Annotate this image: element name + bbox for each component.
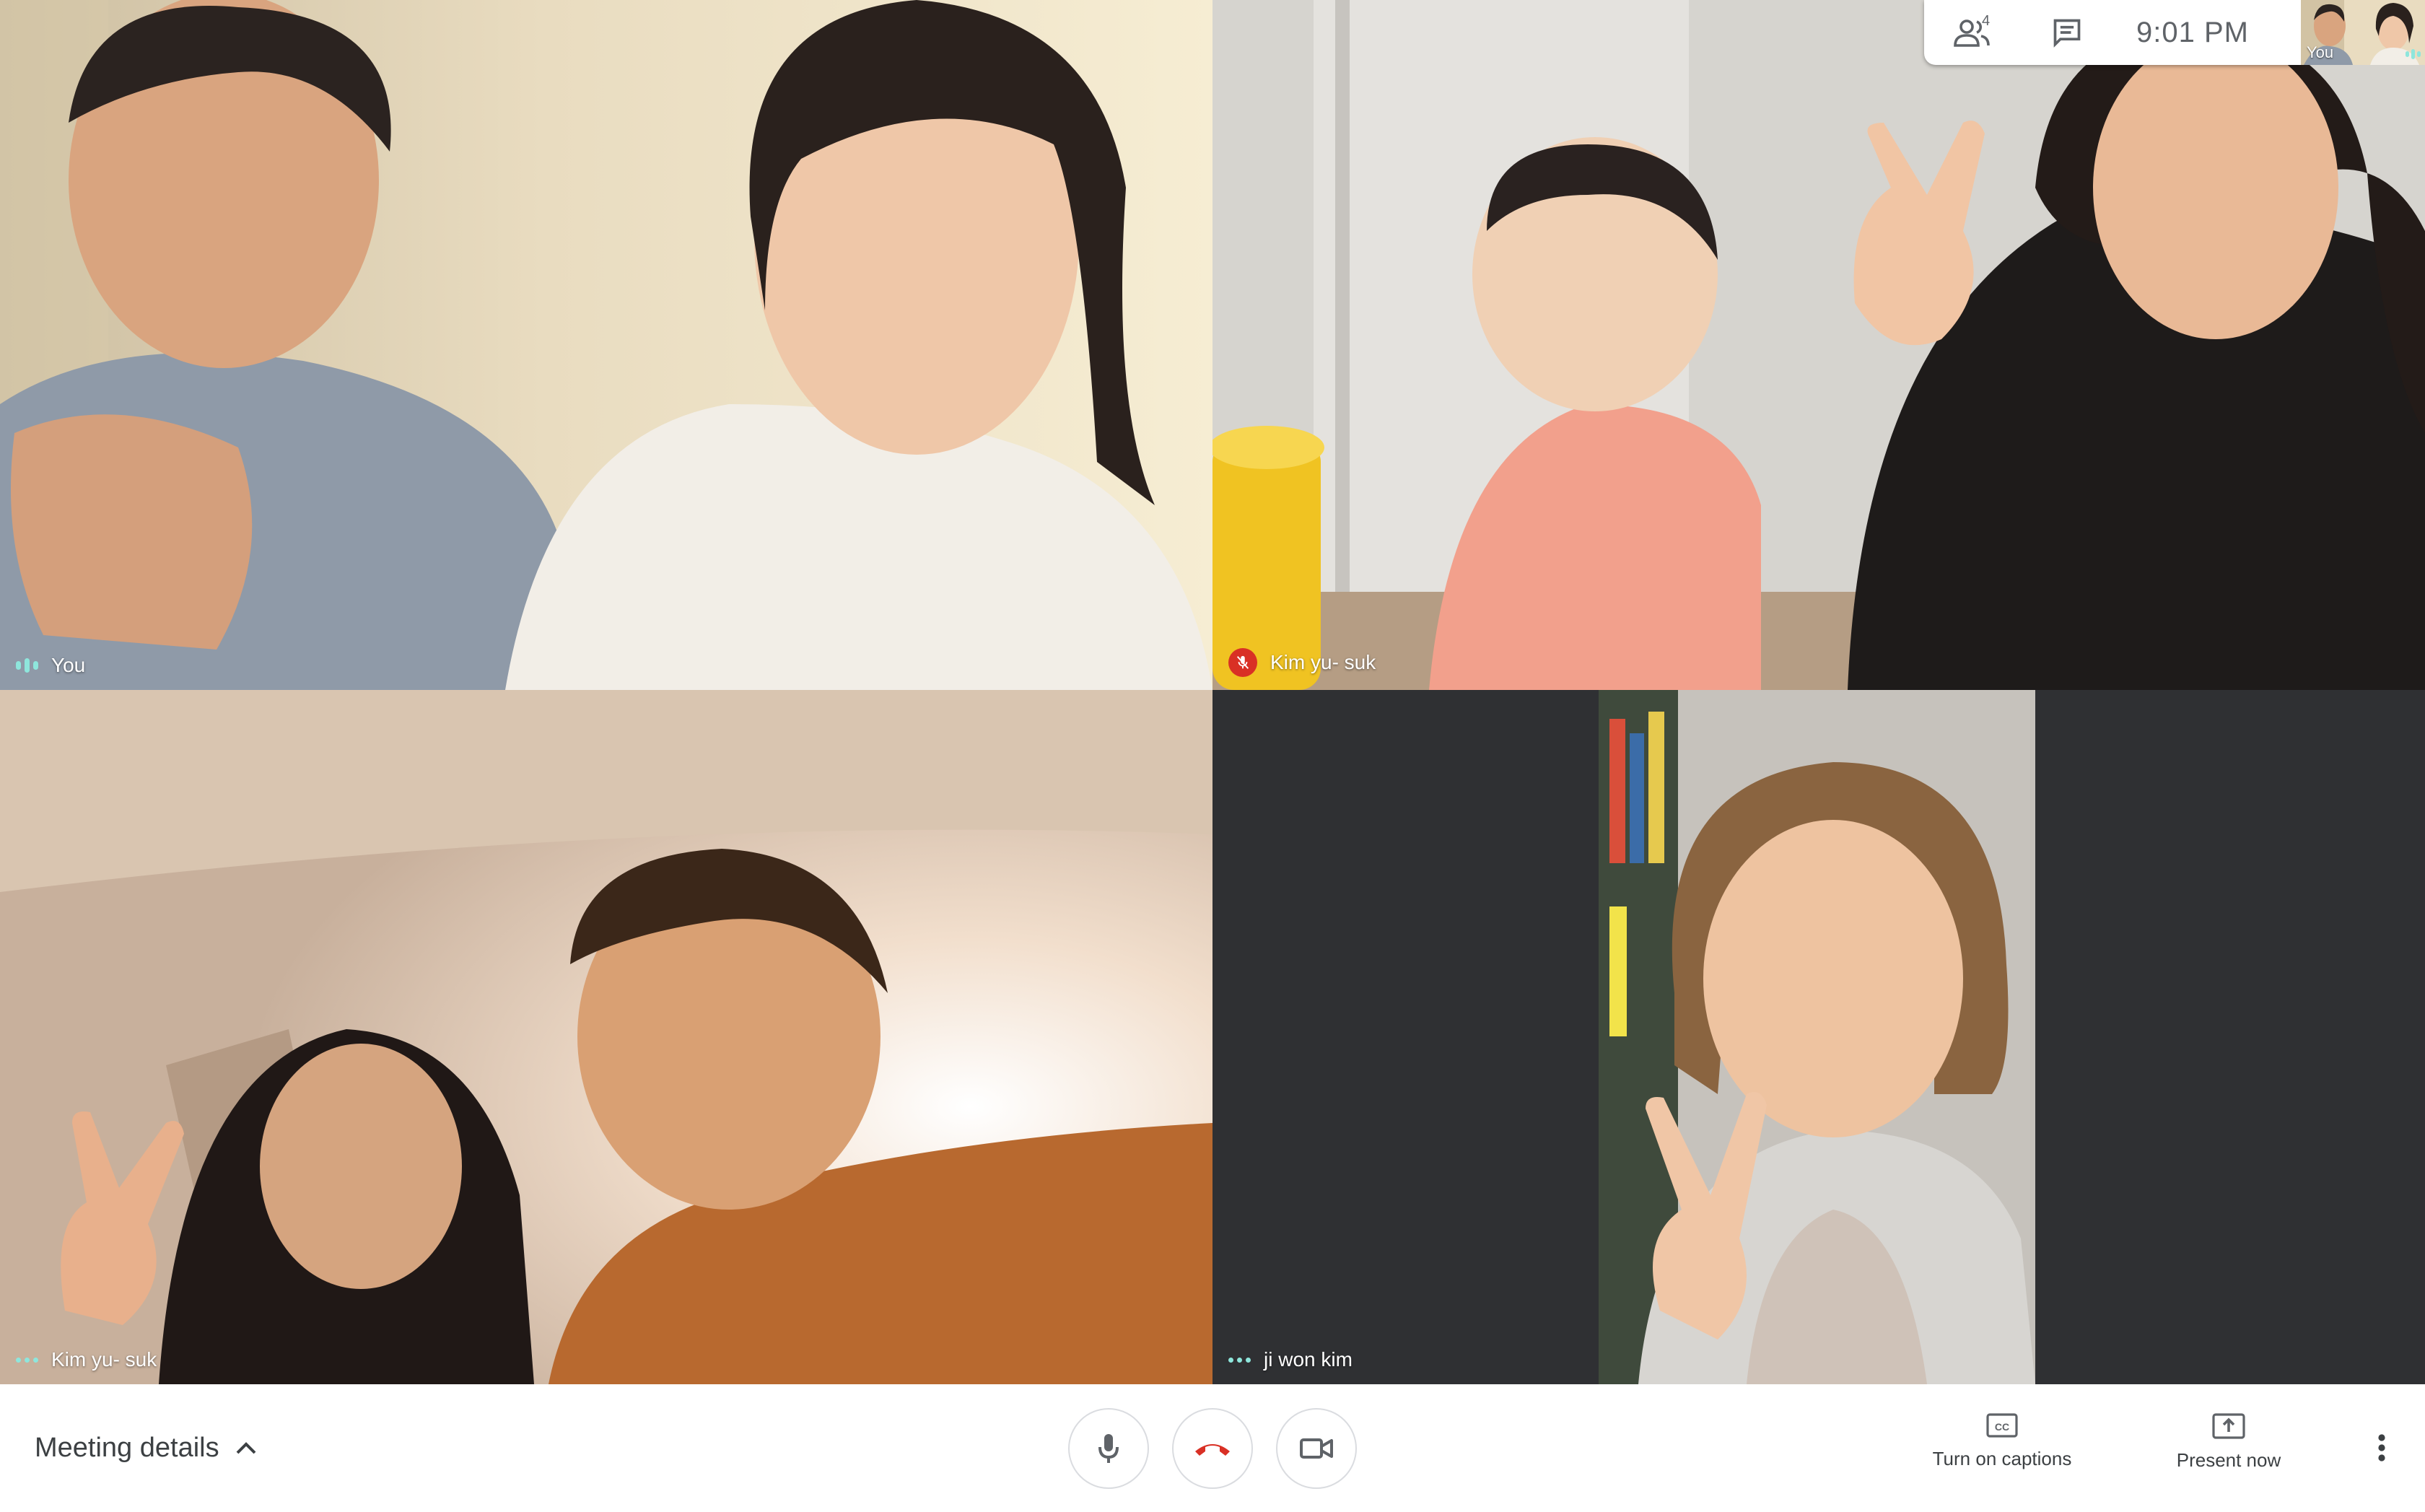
participants-button[interactable]: 4 — [1924, 0, 2019, 65]
participant-name-tag: Kim yu- suk — [1228, 648, 1376, 677]
participant-count: 4 — [1982, 13, 1991, 29]
self-view-thumbnail[interactable]: You — [2301, 0, 2425, 65]
meeting-details-label: Meeting details — [35, 1432, 219, 1463]
participant-name: Kim yu- suk — [1270, 651, 1376, 673]
closed-captions-icon: CC — [1986, 1413, 2018, 1438]
video-tile-ji-won-kim[interactable]: ji won kim — [1212, 690, 2425, 1384]
turn-on-captions-button[interactable]: CC Turn on captions — [1926, 1413, 2079, 1470]
present-screen-icon — [2212, 1413, 2245, 1439]
meeting-info-bar: 4 9:01 PM — [1924, 0, 2301, 65]
leave-call-button[interactable] — [1172, 1408, 1253, 1489]
self-view-label: You — [2307, 43, 2334, 61]
video-feed-kim-yu-suk-1 — [1212, 0, 2425, 690]
video-tile-kim-yu-suk-1[interactable]: Kim yu- suk — [1212, 0, 2425, 690]
video-tile-you[interactable]: You — [0, 0, 1212, 690]
present-label: Present now — [2176, 1449, 2281, 1471]
camera-icon — [1300, 1438, 1333, 1459]
camera-toggle-button[interactable] — [1276, 1408, 1357, 1489]
more-options-button[interactable] — [2364, 1425, 2399, 1471]
audio-idle-indicator-icon — [1228, 1357, 1251, 1363]
captions-label: Turn on captions — [1932, 1448, 2072, 1469]
participant-name: ji won kim — [1264, 1348, 1353, 1371]
participant-name-tag: ji won kim — [1228, 1348, 1353, 1371]
video-feed-kim-yu-suk-2 — [0, 690, 1212, 1384]
microphone-off-icon — [1228, 648, 1257, 677]
video-feed-ji-won-kim — [1599, 690, 2035, 1384]
chat-icon — [2053, 19, 2081, 48]
call-controls-bar: Meeting details CC Turn on captions Pres… — [0, 1384, 2425, 1512]
present-now-button[interactable]: Present now — [2174, 1413, 2284, 1472]
meeting-clock: 9:01 PM — [2136, 16, 2249, 48]
chat-button[interactable] — [2019, 0, 2115, 65]
participant-name: Kim yu- suk — [51, 1348, 157, 1371]
microphone-toggle-button[interactable] — [1068, 1408, 1149, 1489]
svg-text:CC: CC — [1995, 1421, 2009, 1433]
video-tile-kim-yu-suk-2[interactable]: Kim yu- suk — [0, 690, 1212, 1384]
meeting-details-button[interactable]: Meeting details — [35, 1425, 257, 1471]
video-call-window: You Kim yu- suk Kim yu- suk ji won kim 4… — [0, 0, 2425, 1512]
hang-up-icon — [1195, 1444, 1230, 1456]
more-options-icon — [2378, 1434, 2385, 1461]
audio-idle-indicator-icon — [16, 1357, 38, 1363]
speaking-indicator-icon — [16, 658, 38, 673]
participant-name-tag: You — [16, 654, 85, 677]
participant-name-tag: Kim yu- suk — [16, 1348, 157, 1371]
chevron-up-icon — [236, 1442, 256, 1454]
speaking-indicator-icon — [2406, 49, 2421, 59]
video-feed-you — [0, 0, 1212, 690]
participant-name: You — [51, 654, 86, 676]
microphone-icon — [1098, 1434, 1119, 1463]
